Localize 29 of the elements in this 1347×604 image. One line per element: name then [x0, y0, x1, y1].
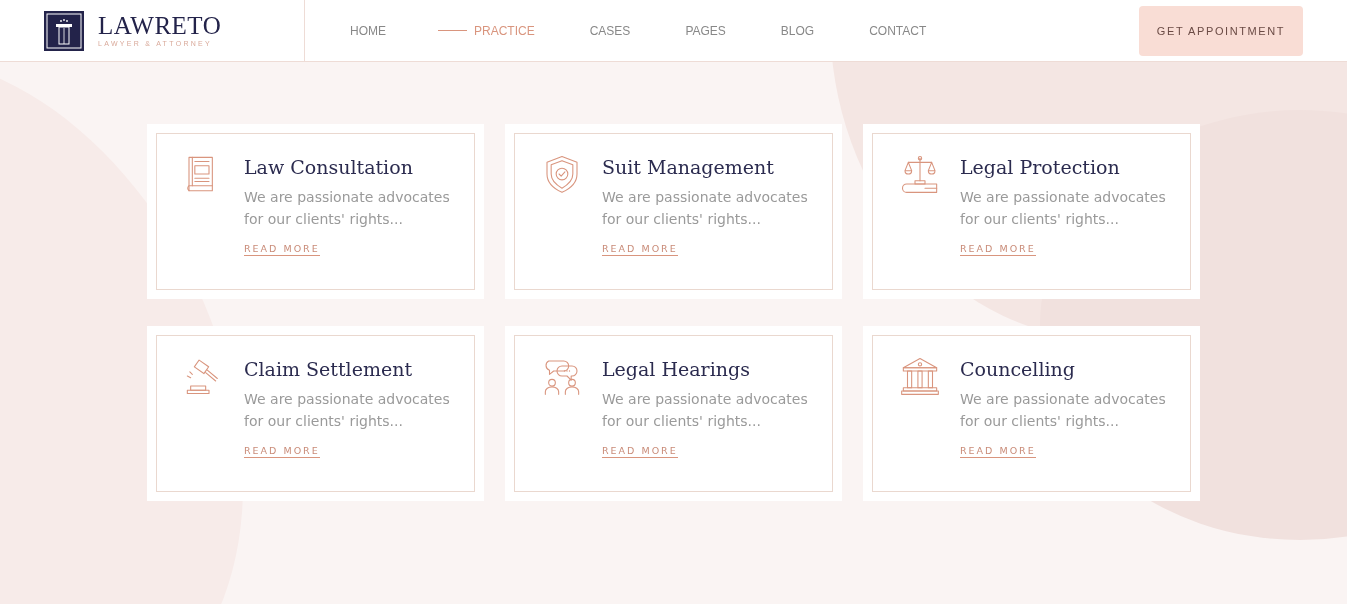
read-more-link[interactable]: READ MORE — [960, 445, 1036, 458]
service-title: Suit Management — [602, 155, 774, 180]
read-more-link[interactable]: READ MORE — [602, 445, 678, 458]
nav-link[interactable]: PAGES — [685, 23, 726, 38]
service-title: Legal Protection — [960, 155, 1120, 180]
get-appointment-button[interactable]: GET APPOINTMENT — [1139, 5, 1303, 56]
read-more-link[interactable]: READ MORE — [244, 445, 320, 458]
service-description: We are passionate advocates for our clients' rights... — [602, 188, 809, 229]
read-more-link[interactable]: READ MORE — [244, 243, 320, 256]
service-description: We are passionate advocates for our clients' rights... — [960, 188, 1167, 229]
read-more-link[interactable]: READ MORE — [960, 243, 1036, 256]
nav-link[interactable]: CASES — [589, 23, 631, 38]
pillar-logo-icon — [44, 10, 84, 51]
read-more-link[interactable]: READ MORE — [602, 243, 678, 256]
bank-building-icon — [900, 356, 940, 396]
nav-link[interactable]: CONTACT — [869, 23, 927, 38]
service-title: Councelling — [960, 357, 1075, 382]
service-title: Claim Settlement — [244, 357, 413, 382]
service-description: We are passionate advocates for our clients' rights... — [244, 188, 451, 229]
nav-link[interactable]: HOME — [350, 23, 386, 38]
scales-icon — [900, 154, 940, 194]
logo-name: LAWRETO — [98, 14, 222, 38]
nav-link[interactable]: BLOG — [780, 23, 815, 38]
nav-link[interactable]: PRACTICE — [438, 23, 535, 38]
service-description: We are passionate advocates for our clients' rights... — [244, 390, 451, 431]
service-title: Legal Hearings — [602, 357, 750, 382]
service-title: Law Consultation — [244, 155, 413, 180]
service-description: We are passionate advocates for our clients' rights... — [960, 390, 1167, 431]
service-description: We are passionate advocates for our clients' rights... — [602, 390, 809, 431]
